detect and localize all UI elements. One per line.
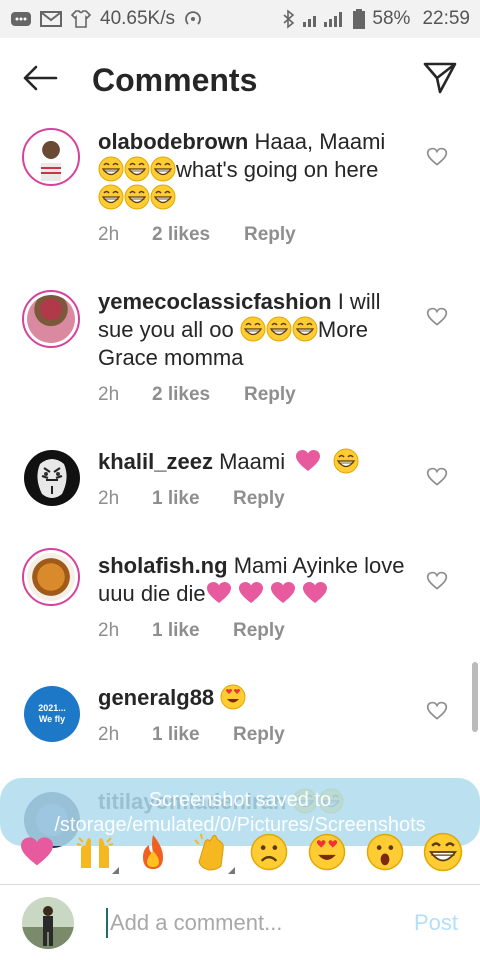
page-title: Comments <box>92 61 258 98</box>
battery-icon <box>352 8 366 30</box>
pink-heart-emoji-icon <box>206 580 232 606</box>
pink-heart-emoji-icon <box>270 580 296 606</box>
pink-heart-emoji-icon <box>295 448 321 474</box>
reply-button[interactable]: Reply <box>244 224 296 246</box>
battery-percent: 58% <box>372 8 411 29</box>
comment-text: what's going on here <box>176 157 379 182</box>
back-arrow-icon[interactable] <box>22 65 58 96</box>
grin-emoji-icon <box>333 448 359 474</box>
sad-emoji-button[interactable] <box>249 832 289 872</box>
grin-emoji-icon <box>124 156 150 182</box>
heart-emoji-button[interactable] <box>17 832 57 872</box>
bluetooth-icon <box>282 9 296 29</box>
comment-time: 2h <box>98 384 120 405</box>
like-heart-icon[interactable] <box>426 306 448 328</box>
like-heart-icon[interactable] <box>426 146 448 168</box>
clap-emoji-button[interactable] <box>191 832 235 874</box>
gmail-icon <box>40 10 62 28</box>
reply-button[interactable]: Reply <box>233 488 285 510</box>
comment-time: 2h <box>98 224 120 245</box>
surprised-emoji-button[interactable] <box>365 832 405 872</box>
grin-emoji-icon <box>98 156 124 182</box>
heart-eyes-emoji-icon <box>220 684 246 710</box>
network-speed: 40.65K/s <box>100 8 175 29</box>
grin-emoji-icon <box>150 156 176 182</box>
avatar[interactable] <box>22 548 80 606</box>
avatar[interactable] <box>22 128 80 186</box>
avatar-caption: 2021... We fly <box>38 703 66 724</box>
grin-emoji-icon <box>124 184 150 210</box>
shirt-icon <box>70 9 92 29</box>
grin-emoji-icon <box>98 184 124 210</box>
comment-text: Haaa, Maami <box>254 129 386 154</box>
hotspot-icon <box>183 9 203 29</box>
my-avatar <box>22 896 74 949</box>
comment-likes[interactable]: 2 likes <box>152 384 244 406</box>
grin-emoji-button[interactable] <box>423 832 463 872</box>
reply-button[interactable]: Reply <box>233 724 285 746</box>
pink-heart-emoji-icon <box>302 580 328 606</box>
comment-text: Maami <box>219 449 286 474</box>
like-heart-icon[interactable] <box>426 466 448 488</box>
post-button[interactable]: Post <box>414 910 458 936</box>
header: Comments <box>0 38 480 122</box>
pink-heart-emoji-icon <box>238 580 264 606</box>
grin-emoji-icon <box>266 316 292 342</box>
grin-emoji-icon <box>150 184 176 210</box>
comment-time: 2h <box>98 724 120 745</box>
heart-eyes-emoji-button[interactable] <box>307 832 347 872</box>
comment-username[interactable]: olabodebrown <box>98 129 248 154</box>
comment-input[interactable]: Add a comment... <box>106 907 404 938</box>
comment-time: 2h <box>98 620 120 641</box>
emoji-quick-bar <box>0 826 480 878</box>
comment-username[interactable]: yemecoclassicfashion <box>98 289 332 314</box>
grin-emoji-icon <box>292 316 318 342</box>
fire-emoji-button[interactable] <box>133 832 173 872</box>
send-icon[interactable] <box>422 61 458 100</box>
chat-notification-icon <box>10 10 32 28</box>
comment-likes[interactable]: 2 likes <box>152 224 244 246</box>
avatar[interactable] <box>24 450 80 506</box>
reply-button[interactable]: Reply <box>233 620 285 642</box>
status-bar: 40.65K/s 58% 22:59 <box>0 0 480 38</box>
scrollbar[interactable] <box>472 662 478 732</box>
comment-likes[interactable]: 1 like <box>152 724 233 746</box>
grin-emoji-icon <box>240 316 266 342</box>
comment-likes[interactable]: 1 like <box>152 488 233 510</box>
like-heart-icon[interactable] <box>426 570 448 592</box>
signal-icon <box>302 9 346 29</box>
raised-hands-emoji-button[interactable] <box>75 832 119 874</box>
comment-username[interactable]: khalil_zeez <box>98 449 213 474</box>
avatar[interactable] <box>22 290 80 348</box>
reply-button[interactable]: Reply <box>244 384 296 406</box>
comment-composer: Add a comment... Post <box>0 884 480 960</box>
avatar[interactable]: 2021... We fly <box>24 686 80 742</box>
comment-likes[interactable]: 1 like <box>152 620 233 642</box>
clock: 22:59 <box>422 8 470 29</box>
comment-username[interactable]: sholafish.ng <box>98 553 228 578</box>
comment-username[interactable]: generalg88 <box>98 685 214 710</box>
like-heart-icon[interactable] <box>426 700 448 722</box>
comment-time: 2h <box>98 488 120 509</box>
